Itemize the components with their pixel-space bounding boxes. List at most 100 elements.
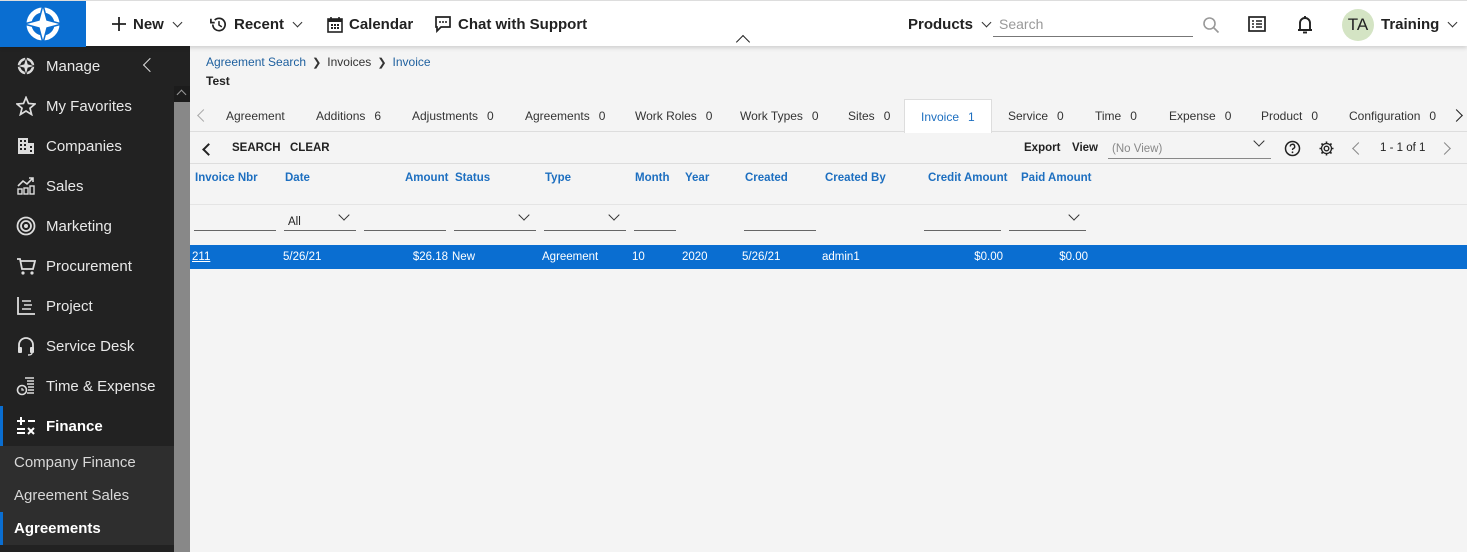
- settings-gear-icon[interactable]: [1318, 140, 1335, 157]
- filter-date-select[interactable]: All: [284, 209, 356, 231]
- table-row[interactable]: 211 5/26/21 $26.18 New Agreement 10 2020…: [190, 245, 1467, 269]
- user-name-label: Training: [1381, 15, 1440, 33]
- sidebar-subitem-agreements[interactable]: Agreements: [0, 512, 174, 545]
- tab-work-roles[interactable]: Work Roles 0: [635, 99, 712, 132]
- filter-month[interactable]: [634, 214, 676, 231]
- filter-amount-input[interactable]: [364, 214, 446, 230]
- sidebar-item-label: Sales: [46, 177, 84, 195]
- next-page-icon[interactable]: [1438, 142, 1451, 155]
- compass-icon: [16, 56, 36, 76]
- sidebar-item-my-favorites[interactable]: My Favorites: [0, 86, 174, 126]
- tab-time[interactable]: Time 0: [1095, 99, 1137, 132]
- filter-created[interactable]: [744, 214, 816, 231]
- products-label: Products: [908, 15, 974, 33]
- cart-icon: [17, 258, 36, 275]
- tab-invoice[interactable]: Invoice 1: [904, 99, 992, 133]
- sidebar-subitem-agreement-sales[interactable]: Agreement Sales: [0, 479, 174, 512]
- column-header-created[interactable]: Created: [745, 172, 788, 184]
- user-avatar[interactable]: TA: [1342, 9, 1374, 41]
- filter-paid-amount-select[interactable]: [1009, 209, 1086, 231]
- collapse-sidebar-icon[interactable]: [142, 57, 158, 73]
- filter-type-select[interactable]: [544, 209, 626, 231]
- column-header-month[interactable]: Month: [635, 172, 669, 184]
- sidebar-item-manage[interactable]: Manage: [0, 46, 174, 86]
- sidebar-scrollbar[interactable]: [174, 86, 190, 552]
- sidebar-item-label: Manage: [46, 57, 101, 75]
- filter-credit-amount[interactable]: [924, 214, 1001, 231]
- sidebar-item-service-desk[interactable]: Service Desk: [0, 326, 174, 366]
- tab-agreement[interactable]: Agreement: [226, 99, 285, 132]
- sidebar-item-procurement[interactable]: Procurement: [0, 246, 174, 286]
- tab-product[interactable]: Product 0: [1261, 99, 1318, 132]
- breadcrumb-agreement-search[interactable]: Agreement Search: [206, 55, 306, 69]
- breadcrumb-invoices[interactable]: Invoices: [327, 55, 371, 69]
- filter-credit-amount-input[interactable]: [924, 214, 1001, 230]
- sidebar-item-time-expense[interactable]: Time & Expense: [0, 366, 174, 406]
- sidebar-item-label: Finance: [46, 417, 103, 435]
- tab-configuration[interactable]: Configuration 0: [1349, 99, 1436, 132]
- sidebar-item-project[interactable]: Project: [0, 286, 174, 326]
- search-button[interactable]: SEARCH: [232, 142, 281, 154]
- filter-invoice-nbr[interactable]: [194, 214, 276, 231]
- filter-created-input[interactable]: [744, 214, 816, 230]
- tabs-scroll-right-icon[interactable]: [1450, 109, 1463, 122]
- column-header-amount[interactable]: Amount: [405, 172, 448, 184]
- column-header-created-by[interactable]: Created By: [825, 172, 886, 184]
- filter-invoice-nbr-input[interactable]: [194, 214, 276, 230]
- sidebar-subitem-label: Company Finance: [14, 454, 136, 471]
- cell-invoice-nbr-link[interactable]: 211: [192, 251, 210, 263]
- star-icon: [16, 96, 36, 116]
- help-icon[interactable]: [1284, 140, 1301, 157]
- prev-page-icon[interactable]: [1352, 142, 1365, 155]
- chat-support-button[interactable]: Chat with Support: [434, 1, 587, 47]
- filter-amount[interactable]: [364, 214, 446, 231]
- column-header-type[interactable]: Type: [545, 172, 571, 184]
- tab-label: Work Roles: [635, 108, 697, 123]
- notification-bell-icon[interactable]: [1296, 14, 1314, 35]
- user-menu-button[interactable]: Training: [1381, 1, 1458, 47]
- news-list-icon[interactable]: [1248, 16, 1266, 32]
- global-search: [993, 13, 1193, 37]
- tab-service[interactable]: Service 0: [1008, 99, 1064, 132]
- column-header-credit-amount[interactable]: Credit Amount: [928, 172, 1007, 184]
- grid-toolbar: SEARCH CLEAR Export View (No View) 1 - 1…: [190, 134, 1467, 164]
- sidebar-item-finance[interactable]: Finance: [0, 406, 174, 446]
- tab-sites[interactable]: Sites 0: [848, 99, 890, 132]
- global-search-input[interactable]: [993, 13, 1193, 35]
- back-arrow-icon[interactable]: [202, 143, 215, 156]
- tab-label: Additions: [316, 108, 366, 123]
- tab-adjustments[interactable]: Adjustments 0: [412, 99, 494, 132]
- clear-button[interactable]: CLEAR: [290, 142, 330, 154]
- filter-month-input[interactable]: [634, 214, 676, 230]
- scrollbar-thumb[interactable]: [174, 102, 190, 552]
- export-button[interactable]: Export: [1024, 142, 1060, 154]
- tab-work-types[interactable]: Work Types 0: [740, 99, 819, 132]
- filter-status-select[interactable]: [454, 209, 536, 231]
- tab-count: 0: [811, 108, 819, 123]
- tab-agreements[interactable]: Agreements 0: [525, 99, 605, 132]
- tab-expense[interactable]: Expense 0: [1169, 99, 1231, 132]
- tab-additions[interactable]: Additions 6: [316, 99, 381, 132]
- tabs-scroll-left-icon[interactable]: [197, 109, 210, 122]
- grid-header: Invoice Nbr Date Amount Status Type Mont…: [190, 165, 1467, 205]
- app-logo[interactable]: [0, 1, 86, 47]
- column-header-status[interactable]: Status: [455, 172, 490, 184]
- sidebar-subitem-company-finance[interactable]: Company Finance: [0, 446, 174, 479]
- column-header-invoice-nbr[interactable]: Invoice Nbr: [195, 172, 258, 184]
- calendar-button[interactable]: Calendar: [327, 1, 413, 47]
- scroll-up-icon[interactable]: [176, 89, 187, 100]
- column-header-paid-amount[interactable]: Paid Amount: [1021, 172, 1092, 184]
- sidebar-item-companies[interactable]: Companies: [0, 126, 174, 166]
- sidebar-item-marketing[interactable]: Marketing: [0, 206, 174, 246]
- new-menu-button[interactable]: New: [111, 1, 183, 47]
- sidebar-item-sales[interactable]: Sales: [0, 166, 174, 206]
- search-icon[interactable]: [1202, 16, 1220, 34]
- recent-menu-button[interactable]: Recent: [209, 1, 303, 47]
- view-select[interactable]: (No View): [1108, 135, 1271, 159]
- chat-icon: [435, 16, 451, 33]
- breadcrumb-invoice[interactable]: Invoice: [393, 55, 431, 69]
- column-header-year[interactable]: Year: [685, 172, 709, 184]
- column-header-date[interactable]: Date: [285, 172, 310, 184]
- products-menu-button[interactable]: Products: [908, 1, 992, 47]
- filter-date-value: All: [288, 216, 301, 228]
